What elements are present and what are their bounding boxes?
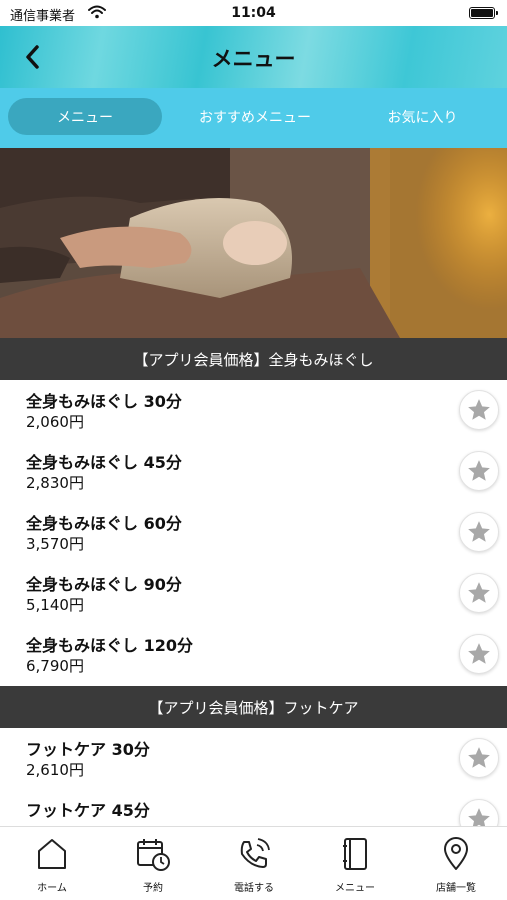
- menu-item-name: 全身もみほぐし 90分: [26, 575, 182, 594]
- favorite-button[interactable]: [459, 512, 499, 552]
- back-button[interactable]: [14, 40, 50, 74]
- hero-image: [0, 148, 507, 338]
- menu-item[interactable]: 全身もみほぐし 30分 2,060円: [0, 380, 507, 441]
- status-time: 11:04: [231, 5, 276, 21]
- page-title: メニュー: [211, 47, 296, 71]
- tab-menu[interactable]: メニュー: [8, 98, 162, 135]
- menu-item-name: 全身もみほぐし 120分: [26, 636, 193, 655]
- phone-icon: [240, 838, 270, 868]
- nav-bar: メニュー: [0, 26, 507, 88]
- menu-item[interactable]: 全身もみほぐし 120分 6,790円: [0, 624, 507, 685]
- favorite-button[interactable]: [459, 573, 499, 613]
- bottom-nav-reservation[interactable]: 予約: [103, 835, 203, 897]
- menu-book-icon: [343, 838, 367, 870]
- location-pin-icon: [444, 837, 468, 870]
- battery-icon: [469, 7, 498, 19]
- menu-item-price: 6,790円: [26, 657, 84, 675]
- star-icon: [468, 643, 490, 664]
- menu-item[interactable]: 全身もみほぐし 45分 2,830円: [0, 441, 507, 502]
- star-icon: [468, 521, 490, 542]
- menu-item-name: 全身もみほぐし 30分: [26, 392, 182, 411]
- tab-bar: メニュー おすすめメニュー お気に入り: [0, 88, 507, 148]
- chevron-left-icon: [26, 45, 39, 69]
- menu-item-name: フットケア 45分: [26, 801, 150, 820]
- menu-item[interactable]: 全身もみほぐし 90分 5,140円: [0, 563, 507, 624]
- bottom-tab-bar: ホーム 予約 電話する メニュー 店舗一覧: [0, 826, 507, 900]
- bottom-nav-label: 電話する: [234, 883, 274, 894]
- star-icon: [468, 399, 490, 420]
- star-icon: [468, 582, 490, 603]
- menu-item-name: 全身もみほぐし 45分: [26, 453, 182, 472]
- menu-item-price: 2,060円: [26, 413, 84, 431]
- favorite-button[interactable]: [459, 390, 499, 430]
- menu-item[interactable]: 全身もみほぐし 60分 3,570円: [0, 502, 507, 563]
- bottom-nav-call[interactable]: 電話する: [204, 835, 304, 897]
- section-header: 【アプリ会員価格】フットケア: [0, 686, 507, 728]
- section-header: 【アプリ会員価格】全身もみほぐし: [0, 338, 507, 380]
- favorite-button[interactable]: [459, 634, 499, 674]
- menu-item-price: 3,570円: [26, 535, 84, 553]
- favorite-button[interactable]: [459, 451, 499, 491]
- tab-favorites[interactable]: お気に入り: [350, 98, 495, 135]
- star-icon: [468, 460, 490, 481]
- menu-item-price: 5,140円: [26, 596, 84, 614]
- menu-item-name: フットケア 30分: [26, 740, 150, 759]
- bottom-nav-stores[interactable]: 店舗一覧: [406, 835, 506, 897]
- bottom-nav-label: 店舗一覧: [436, 883, 476, 894]
- menu-item-price: 2,610円: [26, 761, 84, 779]
- tab-recommended[interactable]: おすすめメニュー: [175, 98, 335, 135]
- status-bar: 通信事業者 11:04: [0, 0, 507, 26]
- bottom-nav-label: メニュー: [335, 883, 375, 894]
- bottom-nav-menu[interactable]: メニュー: [305, 835, 405, 897]
- bottom-nav-home[interactable]: ホーム: [2, 835, 102, 897]
- menu-item[interactable]: フットケア 30分 2,610円: [0, 728, 507, 789]
- bottom-nav-label: 予約: [143, 883, 163, 894]
- star-icon: [468, 747, 490, 768]
- menu-item-price: 2,830円: [26, 474, 84, 492]
- bottom-nav-label: ホーム: [37, 883, 67, 894]
- favorite-button[interactable]: [459, 738, 499, 778]
- home-icon: [38, 839, 66, 869]
- menu-item-name: 全身もみほぐし 60分: [26, 514, 182, 533]
- calendar-clock-icon: [137, 839, 170, 871]
